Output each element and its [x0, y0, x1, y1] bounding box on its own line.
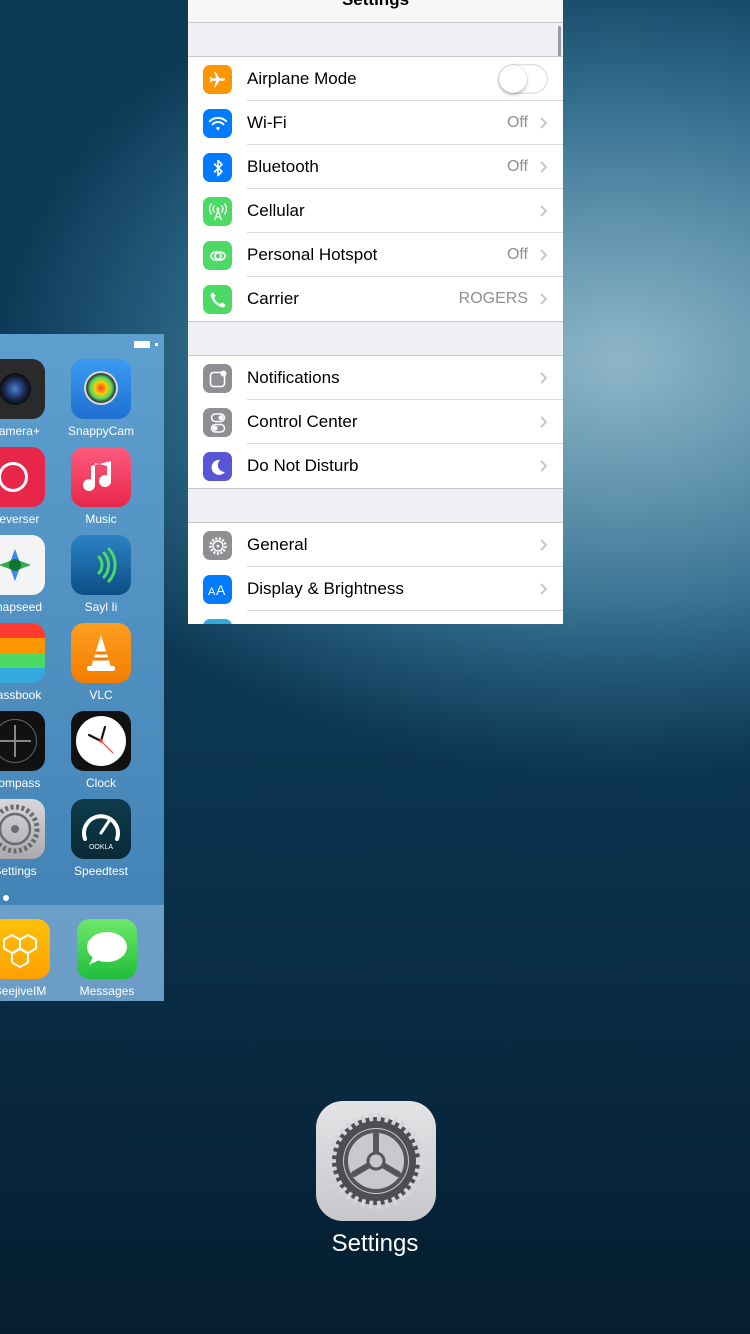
- nav-bar: Settings: [188, 0, 563, 23]
- wallpaper-icon: [203, 619, 232, 624]
- row-label: General: [247, 535, 308, 554]
- row-label: Notifications: [247, 368, 340, 387]
- bluetooth-icon: [203, 153, 232, 182]
- chevron-right-icon: [540, 583, 548, 595]
- svg-text:A: A: [216, 582, 226, 598]
- text-size-icon: AA: [203, 575, 232, 604]
- chevron-right-icon: [540, 205, 548, 217]
- svg-text:OOKLA: OOKLA: [89, 844, 113, 851]
- row-label: Control Center: [247, 412, 358, 431]
- row-bluetooth[interactable]: Bluetooth Off: [188, 145, 563, 189]
- row-value: Off: [506, 114, 528, 131]
- settings-group-notifications: Notifications Control Center Do Not Dist…: [188, 355, 563, 489]
- speedometer-icon[interactable]: OOKLA: [71, 799, 131, 859]
- soundwave-icon[interactable]: [71, 535, 131, 595]
- chevron-right-icon: [540, 293, 548, 305]
- settings-group-connectivity: Airplane Mode Wi-Fi Off Bluetooth Off Ce…: [188, 56, 563, 322]
- row-label: Bluetooth: [247, 157, 319, 176]
- airplane-icon: [203, 65, 232, 94]
- row-label: Carrier: [247, 289, 299, 308]
- app-label: SnappyCam: [67, 424, 135, 438]
- vlc-cone-icon[interactable]: [71, 623, 131, 683]
- row-cellular[interactable]: Cellular: [188, 189, 563, 233]
- row-wifi[interactable]: Wi-Fi Off: [188, 101, 563, 145]
- chevron-right-icon: [540, 539, 548, 551]
- row-value: ROGERS: [458, 290, 528, 307]
- row-control-center[interactable]: Control Center: [188, 400, 563, 444]
- row-value: Off: [506, 158, 528, 175]
- nav-title: Settings: [188, 0, 563, 10]
- row-do-not-disturb[interactable]: Do Not Disturb: [188, 444, 563, 488]
- chevron-right-icon: [540, 460, 548, 472]
- row-carrier[interactable]: Carrier ROGERS: [188, 277, 563, 321]
- cellular-antenna-icon: [203, 197, 232, 226]
- app-label: Speedtest: [73, 864, 129, 878]
- gear-icon: [203, 531, 232, 560]
- chevron-right-icon: [540, 372, 548, 384]
- row-notifications[interactable]: Notifications: [188, 356, 563, 400]
- airplane-mode-toggle[interactable]: [498, 64, 548, 94]
- row-label: Do Not Disturb: [247, 456, 359, 475]
- chevron-right-icon: [540, 161, 548, 173]
- row-personal-hotspot[interactable]: Personal Hotspot Off: [188, 233, 563, 277]
- wifi-icon: [203, 109, 232, 138]
- gear-icon[interactable]: [0, 799, 45, 859]
- app-label: Messages: [79, 984, 135, 998]
- app-label: VLC: [89, 688, 113, 702]
- chevron-right-icon: [540, 117, 548, 129]
- app-title: Settings: [331, 1230, 419, 1257]
- row-label: Airplane Mode: [247, 69, 357, 88]
- battery-icon: [134, 341, 150, 348]
- home-screen-card[interactable]: Camera+ SnappyCam Reverser Music Snapsee…: [0, 334, 164, 1001]
- page-indicator: [3, 895, 9, 901]
- row-value: Off: [506, 246, 528, 263]
- chevron-right-icon: [540, 416, 548, 428]
- row-label: Personal Hotspot: [247, 245, 378, 264]
- gear-icon[interactable]: [316, 1101, 436, 1221]
- notifications-icon: [203, 364, 232, 393]
- row-label: Cellular: [247, 201, 305, 220]
- row-airplane-mode[interactable]: Airplane Mode: [188, 57, 563, 101]
- phone-icon: [203, 285, 232, 314]
- clock-icon[interactable]: [71, 711, 131, 771]
- control-center-icon: [203, 408, 232, 437]
- app-label: Sayl Ii: [84, 600, 118, 614]
- row-display-brightness[interactable]: AA Display & Brightness: [188, 567, 563, 611]
- music-note-icon[interactable]: [71, 447, 131, 507]
- settings-app-card[interactable]: Settings Airplane Mode Wi-Fi Off Bluetoo…: [188, 0, 563, 624]
- row-label: Wi-Fi: [247, 113, 287, 132]
- hotspot-chain-icon: [203, 241, 232, 270]
- camera-lens-icon[interactable]: [0, 359, 45, 419]
- row-partial: [188, 611, 563, 624]
- row-label: Display & Brightness: [247, 579, 404, 598]
- app-label: Clock: [85, 776, 116, 790]
- snapseed-icon[interactable]: [0, 535, 45, 595]
- moon-icon: [203, 452, 232, 481]
- beejive-hexagon-icon[interactable]: [0, 919, 50, 979]
- passbook-icon[interactable]: [0, 623, 45, 683]
- compass-icon[interactable]: [0, 711, 45, 771]
- speech-bubble-icon[interactable]: [77, 919, 137, 979]
- app-label: Music: [85, 512, 117, 526]
- settings-group-general: General AA Display & Brightness: [188, 522, 563, 624]
- chevron-right-icon: [540, 249, 548, 261]
- snappycam-icon[interactable]: [71, 359, 131, 419]
- row-general[interactable]: General: [188, 523, 563, 567]
- svg-text:A: A: [208, 586, 216, 598]
- reverser-icon[interactable]: [0, 447, 45, 507]
